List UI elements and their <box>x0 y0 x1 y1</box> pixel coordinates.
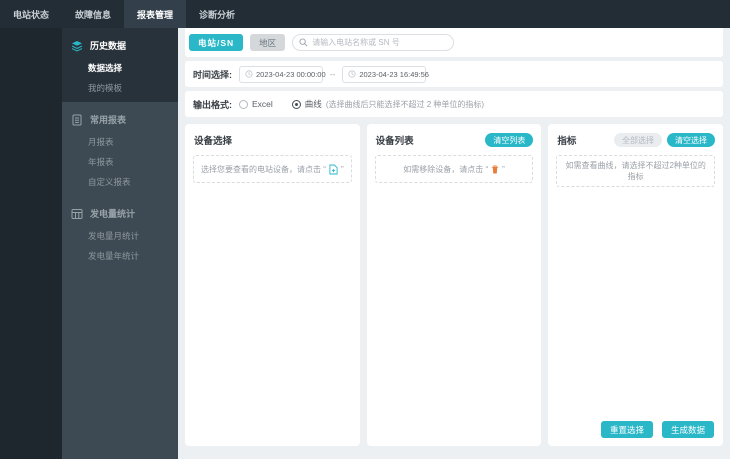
sidebar-item-generation-yearly[interactable]: 发电量年统计 <box>62 246 178 266</box>
indicators-panel: 指标 全部选择 清空选择 如需查看曲线，请选择不超过2种单位的指标 重置选择 生… <box>548 124 724 446</box>
sidebar-item-custom-report[interactable]: 自定义报表 <box>62 172 178 192</box>
sidebar-collapsed-strip <box>0 28 62 459</box>
sidebar-group-common-reports: 常用报表 月报表 年报表 自定义报表 <box>62 102 178 196</box>
panels-row: 设备选择 选择您要查看的电站设备，请点击 “ ” 设备列表 清空列表 如需移除设… <box>185 124 724 446</box>
nav-item-report-management[interactable]: 报表管理 <box>124 0 187 28</box>
time-select-row: 时间选择: 2023-04-23 00:00:00 -- 2023-04-23 … <box>185 61 723 87</box>
clock-icon <box>348 70 356 78</box>
radio-curve-label: 曲线 <box>304 99 322 109</box>
device-select-panel-title: 设备选择 <box>194 136 233 147</box>
device-list-hint-text: 如需移除设备，请点击 “ <box>403 164 489 174</box>
sidebar-item-data-selection[interactable]: 数据选择 <box>62 58 178 78</box>
start-datetime-value: 2023-04-23 00:00:00 <box>256 69 326 79</box>
sidebar-item-my-templates[interactable]: 我的模板 <box>62 78 178 98</box>
start-datetime-input[interactable]: 2023-04-23 00:00:00 <box>239 65 326 83</box>
layers-icon <box>71 40 83 52</box>
end-datetime-value: 2023-04-23 16:49:56 <box>359 69 429 79</box>
add-file-icon <box>329 164 338 175</box>
region-tab[interactable]: 地区 <box>250 34 286 51</box>
search-input[interactable] <box>312 38 448 47</box>
device-list-panel-header: 设备列表 清空列表 <box>367 124 542 152</box>
indicators-panel-header: 指标 全部选择 清空选择 <box>548 124 723 152</box>
sidebar-group-history-data: 历史数据 数据选择 我的模板 <box>62 28 178 102</box>
indicators-hint: 如需查看曲线，请选择不超过2种单位的指标 <box>556 155 716 187</box>
report-icon <box>71 114 83 126</box>
panel-footer-actions: 重置选择 生成数据 <box>600 421 715 438</box>
device-select-panel: 设备选择 选择您要查看的电站设备，请点击 “ ” <box>185 124 360 446</box>
nav-item-diagnosis-analysis[interactable]: 诊断分析 <box>186 0 248 28</box>
device-select-hint: 选择您要查看的电站设备，请点击 “ ” <box>193 155 352 183</box>
device-list-panel-title: 设备列表 <box>375 136 414 147</box>
sidebar-item-generation-monthly[interactable]: 发电量月统计 <box>62 226 178 246</box>
sidebar-group-label: 历史数据 <box>90 41 127 51</box>
stats-grid-icon <box>71 208 83 220</box>
device-select-hint-text: 选择您要查看的电站设备，请点击 “ <box>201 164 326 174</box>
sidebar-group-generation-stats-header[interactable]: 发电量统计 <box>62 201 178 226</box>
output-format-row: 输出格式: Excel 曲线 (选择曲线后只能选择不超过 2 种单位的指标) <box>185 91 723 117</box>
sidebar-item-yearly-report[interactable]: 年报表 <box>62 152 178 172</box>
indicators-panel-title: 指标 <box>557 136 577 147</box>
device-select-hint-suffix: ” <box>340 164 344 174</box>
search-box <box>292 34 455 51</box>
device-list-hint: 如需移除设备，请点击 “ ” <box>374 155 534 183</box>
trash-icon <box>491 165 499 174</box>
nav-item-fault-info[interactable]: 故障信息 <box>62 0 124 28</box>
date-range-separator: -- <box>330 69 336 79</box>
sidebar: 历史数据 数据选择 我的模板 常用报表 月报表 年报表 自定义报表 发电量统计 … <box>62 28 178 459</box>
clock-icon <box>245 70 253 78</box>
device-list-hint-suffix: ” <box>502 164 505 174</box>
clear-list-button[interactable]: 清空列表 <box>485 133 534 147</box>
device-list-panel: 设备列表 清空列表 如需移除设备，请点击 “ ” <box>366 124 542 446</box>
radio-excel-circle[interactable] <box>239 99 248 109</box>
sidebar-group-label: 发电量统计 <box>90 209 136 219</box>
sidebar-group-label: 常用报表 <box>90 115 127 125</box>
radio-curve-note: (选择曲线后只能选择不超过 2 种单位的指标) <box>325 99 485 109</box>
radio-curve[interactable]: 曲线 (选择曲线后只能选择不超过 2 种单位的指标) <box>291 98 485 110</box>
time-select-label: 时间选择: <box>193 69 232 80</box>
reset-selection-button[interactable]: 重置选择 <box>600 421 653 438</box>
clear-selection-button[interactable]: 清空选择 <box>667 133 716 147</box>
radio-excel-label: Excel <box>252 99 273 109</box>
sidebar-group-history-data-header[interactable]: 历史数据 <box>62 33 178 58</box>
main-content: 电站/SN 地区 时间选择: 2023-04-23 00:00:00 -- <box>178 28 730 459</box>
generate-data-button[interactable]: 生成数据 <box>662 421 715 438</box>
end-datetime-input[interactable]: 2023-04-23 16:49:56 <box>342 65 429 83</box>
nav-item-station-status[interactable]: 电站状态 <box>0 0 62 28</box>
sidebar-item-monthly-report[interactable]: 月报表 <box>62 132 178 152</box>
radio-excel[interactable]: Excel <box>239 99 273 109</box>
search-icon <box>299 38 308 47</box>
sidebar-group-common-reports-header[interactable]: 常用报表 <box>62 107 178 132</box>
search-toolbar: 电站/SN 地区 <box>185 28 723 57</box>
device-select-panel-header: 设备选择 <box>185 124 360 152</box>
select-all-button[interactable]: 全部选择 <box>614 133 663 147</box>
indicators-hint-text: 如需查看曲线，请选择不超过2种单位的指标 <box>565 161 706 181</box>
top-nav: 电站状态 故障信息 报表管理 诊断分析 <box>0 0 730 28</box>
radio-curve-circle[interactable] <box>291 99 301 109</box>
station-sn-tab[interactable]: 电站/SN <box>189 34 244 51</box>
sidebar-group-generation-stats: 发电量统计 发电量月统计 发电量年统计 <box>62 196 178 270</box>
output-format-label: 输出格式: <box>193 99 232 110</box>
